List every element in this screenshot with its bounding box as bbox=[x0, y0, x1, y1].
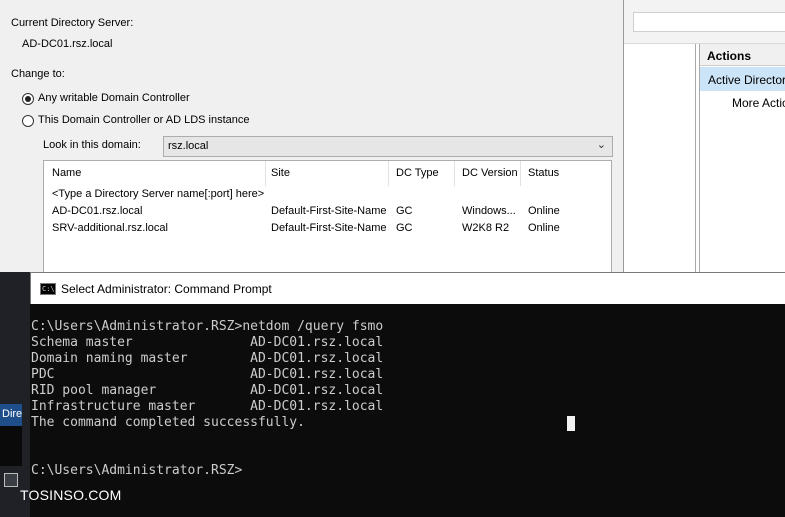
column-header-status[interactable]: Status bbox=[528, 167, 559, 179]
current-server-label: Current Directory Server: bbox=[11, 17, 134, 29]
row-site: Default-First-Site-Name bbox=[271, 222, 387, 234]
change-directory-server-dialog: Current Directory Server: AD-DC01.rsz.lo… bbox=[0, 0, 624, 276]
cmd-console[interactable]: C:\Users\Administrator.RSZ>netdom /query… bbox=[30, 304, 785, 517]
cmd-line: PDC AD-DC01.rsz.local bbox=[31, 367, 384, 382]
mmc-toolbar-field bbox=[633, 12, 785, 32]
column-separator[interactable] bbox=[388, 161, 389, 186]
cmd-line: Domain naming master AD-DC01.rsz.local bbox=[31, 351, 384, 366]
actions-item-more-actions[interactable]: More Actions bbox=[732, 96, 785, 110]
column-header-dc-version[interactable]: DC Version bbox=[462, 167, 518, 179]
radio-this-dc-label[interactable]: This Domain Controller or AD LDS instanc… bbox=[38, 114, 250, 126]
row-site: Default-First-Site-Name bbox=[271, 205, 387, 217]
actions-pane: Actions Active Directory More Actions bbox=[699, 44, 785, 276]
desktop-shadow bbox=[0, 426, 22, 466]
cmd-prompt-line[interactable]: C:\Users\Administrator.RSZ> bbox=[31, 463, 242, 478]
look-in-domain-label: Look in this domain: bbox=[43, 139, 141, 151]
column-separator[interactable] bbox=[265, 161, 266, 186]
domain-select[interactable]: rsz.local ⌄ bbox=[163, 136, 613, 157]
row-dc-type: GC bbox=[396, 222, 413, 234]
server-list[interactable]: Name Site DC Type DC Version Status <Typ… bbox=[43, 160, 612, 276]
cmd-line: Schema master AD-DC01.rsz.local bbox=[31, 335, 384, 350]
row-dc-version: Windows... bbox=[462, 205, 516, 217]
mmc-results-pane bbox=[624, 44, 696, 274]
row-status: Online bbox=[528, 205, 560, 217]
actions-header: Actions bbox=[700, 44, 785, 66]
row-name: AD-DC01.rsz.local bbox=[52, 205, 143, 217]
taskbar-item-directory[interactable]: Dire bbox=[0, 404, 22, 426]
cmd-line: C:\Users\Administrator.RSZ>netdom /query… bbox=[31, 319, 384, 334]
cmd-icon: C:\ bbox=[40, 283, 56, 295]
command-prompt-window[interactable]: C:\ Select Administrator: Command Prompt… bbox=[30, 272, 785, 517]
column-header-dc-type[interactable]: DC Type bbox=[396, 167, 439, 179]
cmd-line: RID pool manager AD-DC01.rsz.local bbox=[31, 383, 384, 398]
radio-this-dc[interactable] bbox=[22, 115, 34, 127]
cmd-line: Infrastructure master AD-DC01.rsz.local bbox=[31, 399, 384, 414]
shortcut-icon[interactable] bbox=[4, 473, 18, 487]
cmd-line: The command completed successfully. bbox=[31, 415, 305, 430]
watermark: TOSINSO.COM bbox=[20, 487, 122, 503]
column-separator[interactable] bbox=[520, 161, 521, 186]
column-header-site[interactable]: Site bbox=[271, 167, 290, 179]
column-separator[interactable] bbox=[454, 161, 455, 186]
placeholder-row[interactable]: <Type a Directory Server name[:port] her… bbox=[52, 188, 264, 200]
column-header-name[interactable]: Name bbox=[52, 167, 81, 179]
domain-select-value: rsz.local bbox=[168, 140, 209, 152]
change-to-label: Change to: bbox=[11, 68, 65, 80]
current-server-value: AD-DC01.rsz.local bbox=[22, 38, 113, 50]
text-cursor bbox=[567, 416, 575, 431]
row-dc-version: W2K8 R2 bbox=[462, 222, 510, 234]
row-name: SRV-additional.rsz.local bbox=[52, 222, 168, 234]
chevron-down-icon[interactable]: ⌄ bbox=[597, 138, 606, 151]
cmd-window-title: Select Administrator: Command Prompt bbox=[61, 282, 272, 296]
radio-any-writable-dc[interactable] bbox=[22, 93, 34, 105]
row-dc-type: GC bbox=[396, 205, 413, 217]
row-status: Online bbox=[528, 222, 560, 234]
cmd-titlebar[interactable]: C:\ Select Administrator: Command Prompt bbox=[30, 272, 785, 304]
radio-any-writable-dc-label[interactable]: Any writable Domain Controller bbox=[38, 92, 190, 104]
actions-item-active-directory[interactable]: Active Directory bbox=[700, 67, 785, 91]
